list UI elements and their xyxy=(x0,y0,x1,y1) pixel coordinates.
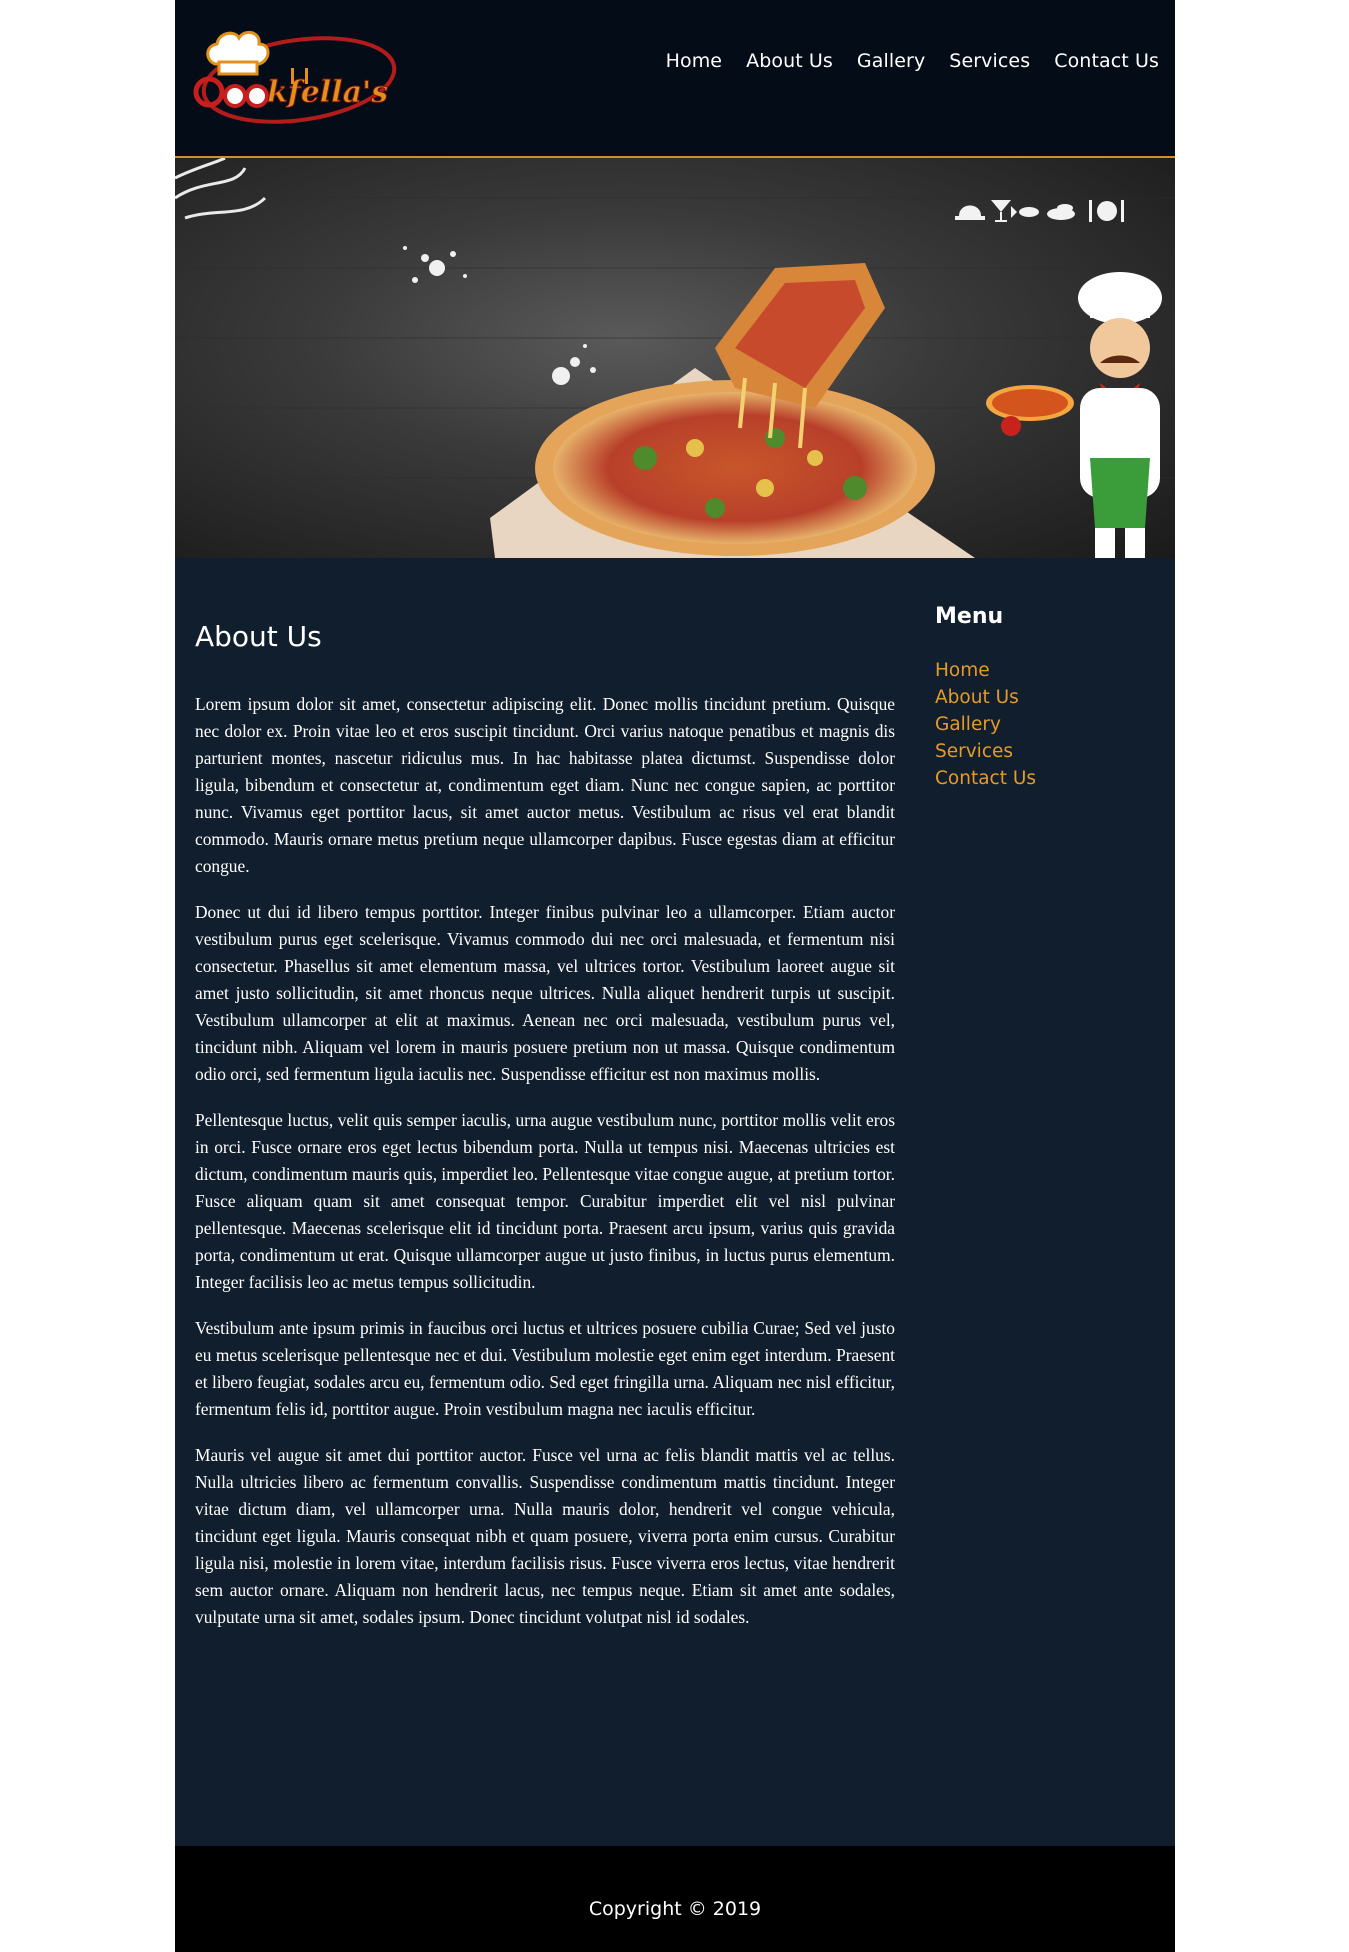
page-title: About Us xyxy=(195,620,322,653)
paragraph: Lorem ipsum dolor sit amet, consectetur … xyxy=(195,694,895,876)
nav-gallery[interactable]: Gallery xyxy=(857,50,925,72)
food-icons-row xyxy=(955,200,1124,222)
copyright-text: Copyright © 2019 xyxy=(588,1898,762,1920)
site-logo[interactable]: kfella's xyxy=(187,20,407,132)
cutlery-plate-icon xyxy=(1089,200,1124,222)
nav-home[interactable]: Home xyxy=(666,50,723,72)
sidebar: Menu Home About Us Gallery Services Cont… xyxy=(935,604,1155,792)
page-container: kfella's Home About Us Gallery Services … xyxy=(175,0,1175,1952)
sidebar-item-gallery[interactable]: Gallery xyxy=(935,711,1155,738)
sidebar-item-services[interactable]: Services xyxy=(935,738,1155,765)
main-nav: Home About Us Gallery Services Contact U… xyxy=(666,50,1159,72)
main-content: About Us Lorem ipsum dolor sit amet, con… xyxy=(195,558,895,1650)
nav-about-us[interactable]: About Us xyxy=(746,50,833,72)
cocktail-icon xyxy=(991,200,1011,222)
sidebar-item-home[interactable]: Home xyxy=(935,657,1155,684)
flourish-decoration xyxy=(175,158,267,220)
about-text: Lorem ipsum dolor sit amet, consectetur … xyxy=(195,691,895,1631)
paragraph: Pellentesque luctus, velit quis semper i… xyxy=(195,1110,895,1292)
sidebar-item-contact-us[interactable]: Contact Us xyxy=(935,765,1155,792)
paragraph: Vestibulum ante ipsum primis in faucibus… xyxy=(195,1318,895,1419)
site-header: kfella's Home About Us Gallery Services … xyxy=(175,0,1175,158)
sidebar-title: Menu xyxy=(935,604,1004,629)
hero-banner xyxy=(175,158,1175,558)
svg-text:kfella's: kfella's xyxy=(267,75,388,110)
paragraph: Mauris vel augue sit amet dui porttitor … xyxy=(195,1445,895,1627)
hero-illustration xyxy=(175,158,1175,558)
sidebar-menu: Home About Us Gallery Services Contact U… xyxy=(935,657,1155,792)
chef-mascot-illustration xyxy=(986,272,1162,558)
paragraph: Donec ut dui id libero tempus porttitor.… xyxy=(195,902,895,1084)
cloche-icon xyxy=(955,205,985,220)
sidebar-item-about-us[interactable]: About Us xyxy=(935,684,1155,711)
nav-services[interactable]: Services xyxy=(949,50,1030,72)
flour-splash xyxy=(403,246,596,385)
fish-icon xyxy=(1011,206,1039,218)
dish-icon xyxy=(1047,204,1075,220)
site-footer: Copyright © 2019 xyxy=(175,1846,1175,1952)
nav-contact-us[interactable]: Contact Us xyxy=(1054,50,1159,72)
